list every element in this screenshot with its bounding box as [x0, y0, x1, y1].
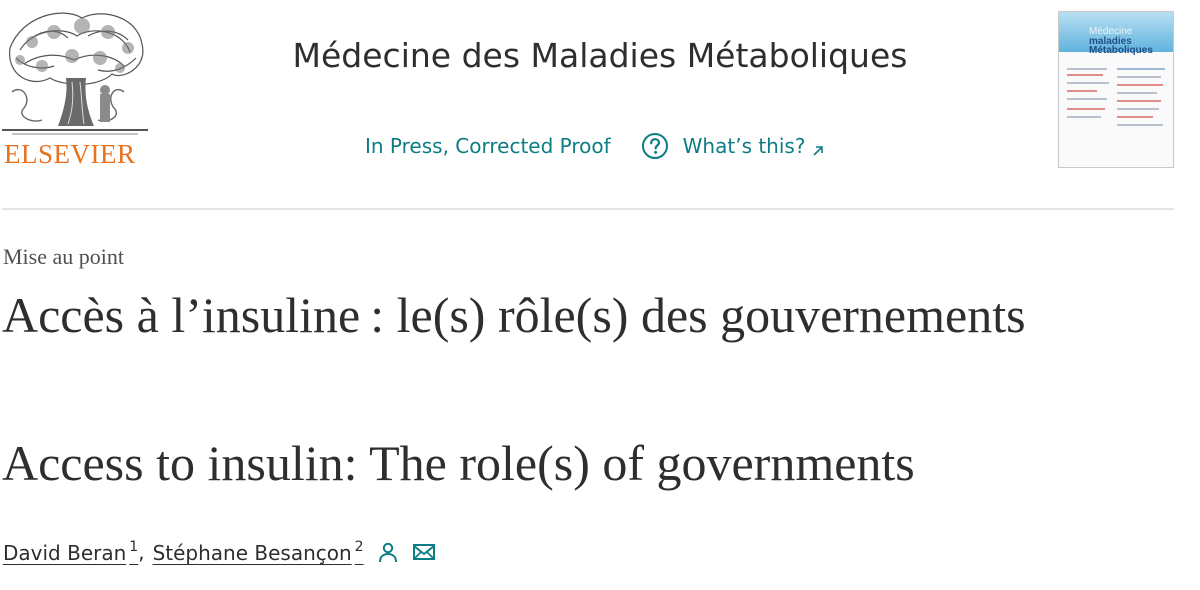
author-link[interactable]: David Beran 1 [3, 539, 138, 565]
affiliation-marker: 1 [129, 539, 139, 555]
article-title: Accès à l’insuline : le(s) rôle(s) des g… [2, 287, 1026, 343]
header-divider [2, 208, 1174, 210]
whats-this-label: What’s this? [682, 134, 806, 158]
external-link-icon [811, 139, 825, 156]
journal-cover-thumbnail[interactable]: Médecine maladies Métaboliques [1058, 11, 1174, 168]
journal-header: ELSEVIER Médecine des Maladies Métaboliq… [0, 0, 1200, 210]
cover-text-line [1117, 116, 1153, 118]
cover-text-line [1067, 90, 1097, 92]
journal-title-link[interactable]: Médecine des Maladies Métaboliques [200, 34, 1000, 78]
cover-text-line [1067, 68, 1107, 70]
envelope-icon[interactable] [412, 540, 436, 564]
article-status: In Press, Corrected Proof [365, 134, 611, 158]
cover-text-line [1117, 100, 1161, 102]
cover-text-line [1117, 108, 1159, 110]
cover-text-line [1117, 124, 1163, 126]
question-circle-icon [641, 132, 669, 160]
cover-text-line [1067, 98, 1107, 100]
cover-text-line [1067, 74, 1103, 76]
tree-logo-icon [2, 12, 148, 135]
cover-text-line [1117, 68, 1165, 70]
whats-this-link[interactable]: What’s this? [641, 132, 826, 160]
cover-text-line [1067, 108, 1105, 110]
article-title-english: Access to insulin: The role(s) of govern… [2, 435, 915, 491]
cover-text-line [1117, 92, 1157, 94]
publisher-name: ELSEVIER [4, 139, 136, 169]
author-separator: , [138, 540, 145, 564]
cover-title-line3: Métaboliques [1089, 45, 1153, 56]
affiliation-marker: 2 [354, 539, 364, 555]
author-name: Stéphane Besançon [152, 541, 352, 565]
cover-text-line [1067, 82, 1109, 84]
cover-text-line [1117, 84, 1163, 86]
author-list: David Beran 1 , Stéphane Besançon 2 [3, 532, 436, 572]
author-link[interactable]: Stéphane Besançon 2 [153, 539, 364, 565]
cover-text-line [1117, 76, 1161, 78]
author-name: David Beran [3, 541, 127, 565]
article-type: Mise au point [3, 244, 124, 269]
cover-text-line [1067, 116, 1101, 118]
person-icon[interactable] [376, 540, 400, 564]
article-status-row: In Press, Corrected Proof What’s this? [365, 130, 825, 162]
